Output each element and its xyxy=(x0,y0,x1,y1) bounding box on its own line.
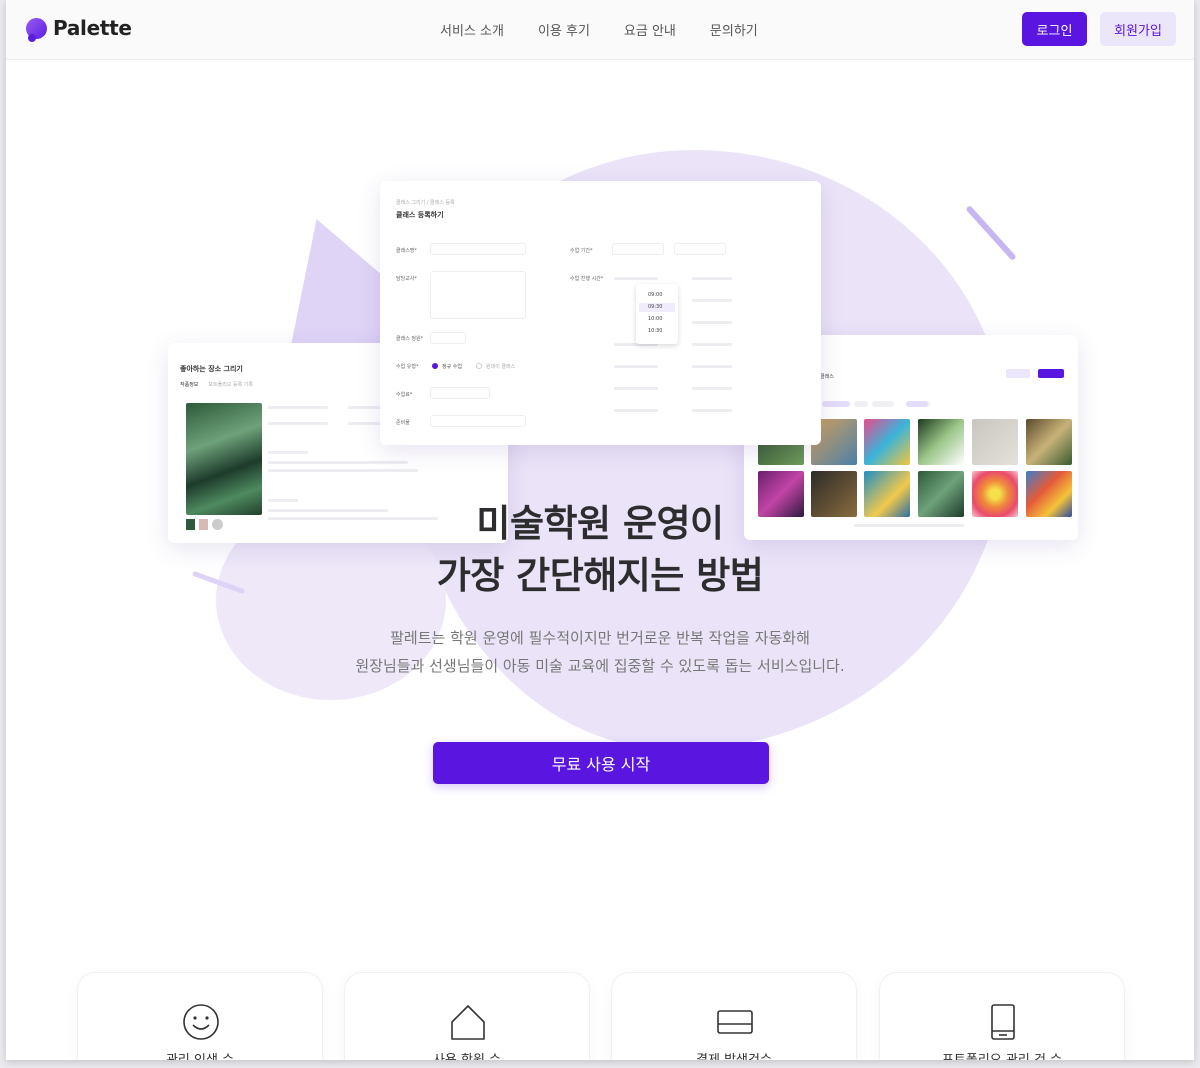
nav-item-reviews[interactable]: 이용 후기 xyxy=(538,20,590,39)
time-option[interactable]: 09:30 xyxy=(648,304,662,310)
preview-form-label: 클래스 정원* xyxy=(396,336,424,342)
preview-right-title: 클래스 xyxy=(820,374,834,380)
preview-class-form-card: 클래스 그리기 / 클래스 등록 클래스 등록하기 클래스명* 담당교사* 클래… xyxy=(380,181,821,445)
time-dropdown[interactable]: 09:00 09:30 10:00 10:30 xyxy=(636,284,678,344)
feature-card-portfolios: 포트폴리오 관리 건 수 xyxy=(879,972,1125,1060)
preview-left-tab: 포트폴리오 등록 기록 xyxy=(208,382,253,388)
preview-cancel-button[interactable] xyxy=(1006,369,1030,378)
book-icon xyxy=(991,1004,1015,1040)
preview-left-title: 좋아하는 장소 그리기 xyxy=(180,365,243,373)
hero-headline-line2: 가장 간단해지는 방법 xyxy=(436,554,764,597)
nav-item-contact[interactable]: 문의하기 xyxy=(710,20,758,39)
feature-label: 관리 인생 수 xyxy=(78,1049,322,1060)
preview-form-label: 수업 진행 시간* xyxy=(570,276,604,282)
hero-description-line2: 원장님들과 선생님들이 아동 미술 교육에 집중할 수 있도록 돕는 서비스입니… xyxy=(355,657,845,675)
smile-icon xyxy=(183,1004,219,1040)
nav-item-service[interactable]: 서비스 소개 xyxy=(440,20,504,39)
free-trial-button[interactable]: 무료 사용 시작 xyxy=(433,742,769,784)
radio-label: 원데이 클래스 xyxy=(486,364,516,370)
preview-form-title: 클래스 등록하기 xyxy=(396,211,444,219)
preview-form-label: 수업 기간* xyxy=(570,248,593,254)
logo[interactable]: Palette xyxy=(26,16,132,42)
login-button[interactable]: 로그인 xyxy=(1022,12,1087,46)
preview-form-label: 수업료* xyxy=(396,392,413,398)
hero-description: 팔레트는 학원 운영에 필수적이지만 번거로운 반복 작업을 자동화해 원장님들… xyxy=(6,624,1194,680)
hero-headline-line1: 미술학원 운영이 xyxy=(476,502,724,545)
preview-save-button[interactable] xyxy=(1038,369,1064,378)
gallery-thumb[interactable] xyxy=(1026,419,1072,465)
feature-card-payments: 결제 발생건수 xyxy=(611,972,857,1060)
hero-description-line1: 팔레트는 학원 운영에 필수적이지만 번거로운 반복 작업을 자동화해 xyxy=(390,629,810,647)
feature-label: 사용 학원 수 xyxy=(345,1049,589,1060)
signup-button[interactable]: 회원가입 xyxy=(1100,12,1176,46)
palette-logo-icon xyxy=(26,17,47,42)
preview-form-label: 담당교사* xyxy=(396,276,417,282)
time-option[interactable]: 10:00 xyxy=(648,316,662,322)
preview-left-tab: 작품정보 xyxy=(180,382,199,388)
preview-form-label: 수업 유형* xyxy=(396,364,419,370)
header: Palette 서비스 소개 이용 후기 요금 안내 문의하기 로그인 회원가입 xyxy=(6,0,1194,60)
page-frame: Palette 서비스 소개 이용 후기 요금 안내 문의하기 로그인 회원가입… xyxy=(6,0,1194,1060)
feature-card-managed-kids: 관리 인생 수 xyxy=(77,972,323,1060)
feature-label: 결제 발생건수 xyxy=(612,1049,856,1060)
hero-headline: 미술학원 운영이 가장 간단해지는 방법 xyxy=(6,498,1194,602)
gallery-thumb[interactable] xyxy=(972,419,1018,465)
radio-oneday[interactable] xyxy=(476,363,482,369)
gallery-thumb[interactable] xyxy=(864,419,910,465)
preview-breadcrumb: 클래스 그리기 / 클래스 등록 xyxy=(396,200,455,206)
home-icon xyxy=(451,1005,485,1040)
nav-item-pricing[interactable]: 요금 안내 xyxy=(624,20,676,39)
gallery-thumb[interactable] xyxy=(918,419,964,465)
feature-card-academies: 사용 학원 수 xyxy=(344,972,590,1060)
time-option[interactable]: 10:30 xyxy=(648,328,662,334)
logo-text: Palette xyxy=(53,16,132,40)
main-nav: 서비스 소개 이용 후기 요금 안내 문의하기 xyxy=(440,20,758,39)
hero-stroke xyxy=(965,204,1017,262)
radio-label: 정규 수업 xyxy=(442,364,462,370)
card-icon xyxy=(717,1010,753,1034)
preview-left-tabs: 작품정보 포트폴리오 등록 기록 xyxy=(180,381,253,388)
time-option[interactable]: 09:00 xyxy=(648,292,662,298)
feature-label: 포트폴리오 관리 건 수 xyxy=(880,1049,1124,1060)
preview-form-label: 준비물 xyxy=(396,420,410,426)
preview-form-label: 클래스명* xyxy=(396,248,417,254)
radio-regular[interactable] xyxy=(432,363,438,369)
